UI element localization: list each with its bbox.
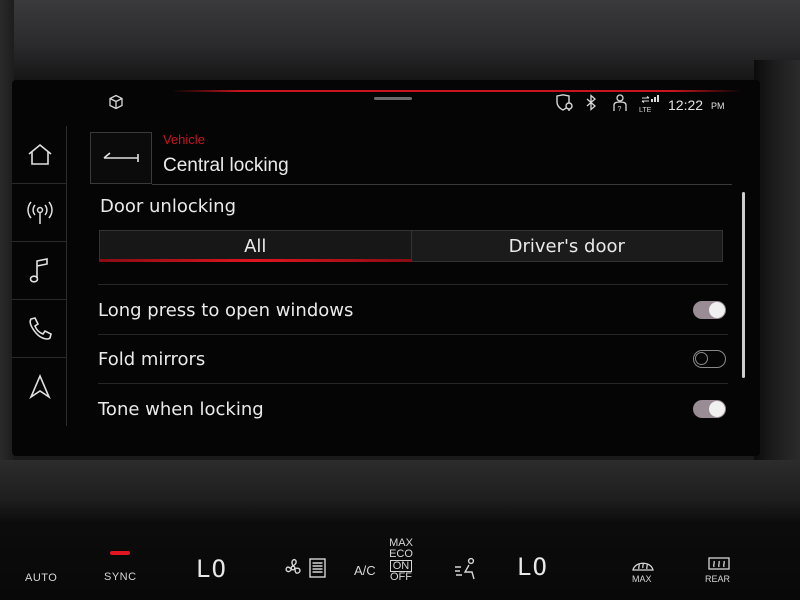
- clock-ampm: PM: [711, 101, 725, 111]
- vehicle-cube-icon[interactable]: [108, 94, 124, 114]
- setting-row-fold-mirrors[interactable]: Fold mirrors: [98, 335, 728, 383]
- row-divider: [98, 383, 728, 384]
- breadcrumb[interactable]: Vehicle: [163, 132, 205, 147]
- ac-mode-stack[interactable]: MAX ECO ON OFF: [384, 538, 418, 583]
- section-title-door-unlocking: Door unlocking: [100, 196, 236, 217]
- scrollbar[interactable]: [742, 192, 745, 378]
- ac-mode-off: OFF: [390, 571, 412, 583]
- fan-speed-icon[interactable]: [282, 556, 328, 585]
- toggle-long-press-windows[interactable]: [693, 301, 726, 319]
- status-accent-line: [172, 90, 742, 92]
- page-title: Central locking: [163, 155, 289, 176]
- nav-navigation[interactable]: [12, 358, 67, 416]
- svg-text:?: ?: [618, 106, 622, 113]
- nav-rail: [12, 126, 67, 426]
- nav-media[interactable]: [12, 242, 67, 300]
- pull-down-handle[interactable]: [374, 97, 412, 100]
- back-arrow-icon: [103, 152, 139, 162]
- toggle-tone-locking[interactable]: [693, 400, 726, 418]
- phone-icon: [28, 316, 52, 340]
- nav-radio[interactable]: [12, 184, 67, 242]
- rear-defrost-label[interactable]: REAR: [705, 574, 730, 584]
- auto-button[interactable]: AUTO: [25, 572, 57, 584]
- infotainment-screen: ? LTE 12:22 PM Vehicle Central locking D…: [12, 80, 760, 456]
- ac-mode-eco: ECO: [389, 548, 413, 560]
- dashboard-bezel-right: [754, 60, 800, 480]
- ac-button[interactable]: A/C: [354, 563, 376, 578]
- setting-label: Long press to open windows: [98, 299, 354, 321]
- nav-home[interactable]: [12, 126, 67, 184]
- segment-all[interactable]: All: [100, 231, 411, 262]
- nav-phone[interactable]: [12, 300, 67, 358]
- sync-indicator-led: [110, 551, 130, 555]
- toggle-fold-mirrors[interactable]: [693, 350, 726, 368]
- dashboard-bezel-top: [0, 0, 800, 80]
- lte-label: LTE: [639, 107, 652, 114]
- status-bar: ? LTE 12:22 PM: [12, 80, 760, 120]
- toggle-knob: [709, 401, 725, 417]
- setting-row-tone-locking[interactable]: Tone when locking: [98, 385, 728, 433]
- toggle-knob: [695, 352, 708, 365]
- seat-airflow-icon[interactable]: [452, 557, 478, 588]
- radio-antenna-icon: [26, 201, 53, 224]
- header-divider: [152, 184, 732, 185]
- setting-label: Fold mirrors: [98, 348, 206, 370]
- shield-location-icon: [555, 94, 575, 116]
- clock-time: 12:22: [668, 97, 704, 113]
- setting-row-long-press[interactable]: Long press to open windows: [98, 286, 728, 334]
- music-note-icon: [29, 257, 48, 283]
- user-profile-icon: ?: [612, 94, 628, 118]
- sync-button[interactable]: SYNC: [104, 571, 137, 583]
- back-button[interactable]: [90, 132, 152, 184]
- left-temperature[interactable]: LO: [196, 555, 227, 583]
- right-temperature[interactable]: LO: [517, 553, 548, 581]
- setting-label: Tone when locking: [98, 398, 264, 420]
- segment-drivers-door[interactable]: Driver's door: [410, 231, 722, 261]
- row-divider: [98, 284, 728, 285]
- max-defrost-label[interactable]: MAX: [632, 574, 652, 584]
- toggle-knob: [709, 302, 725, 318]
- door-unlocking-segmented-control: All Driver's door: [99, 230, 723, 262]
- navigation-arrow-icon: [28, 374, 51, 400]
- bluetooth-icon: [585, 94, 597, 116]
- home-icon: [27, 143, 52, 165]
